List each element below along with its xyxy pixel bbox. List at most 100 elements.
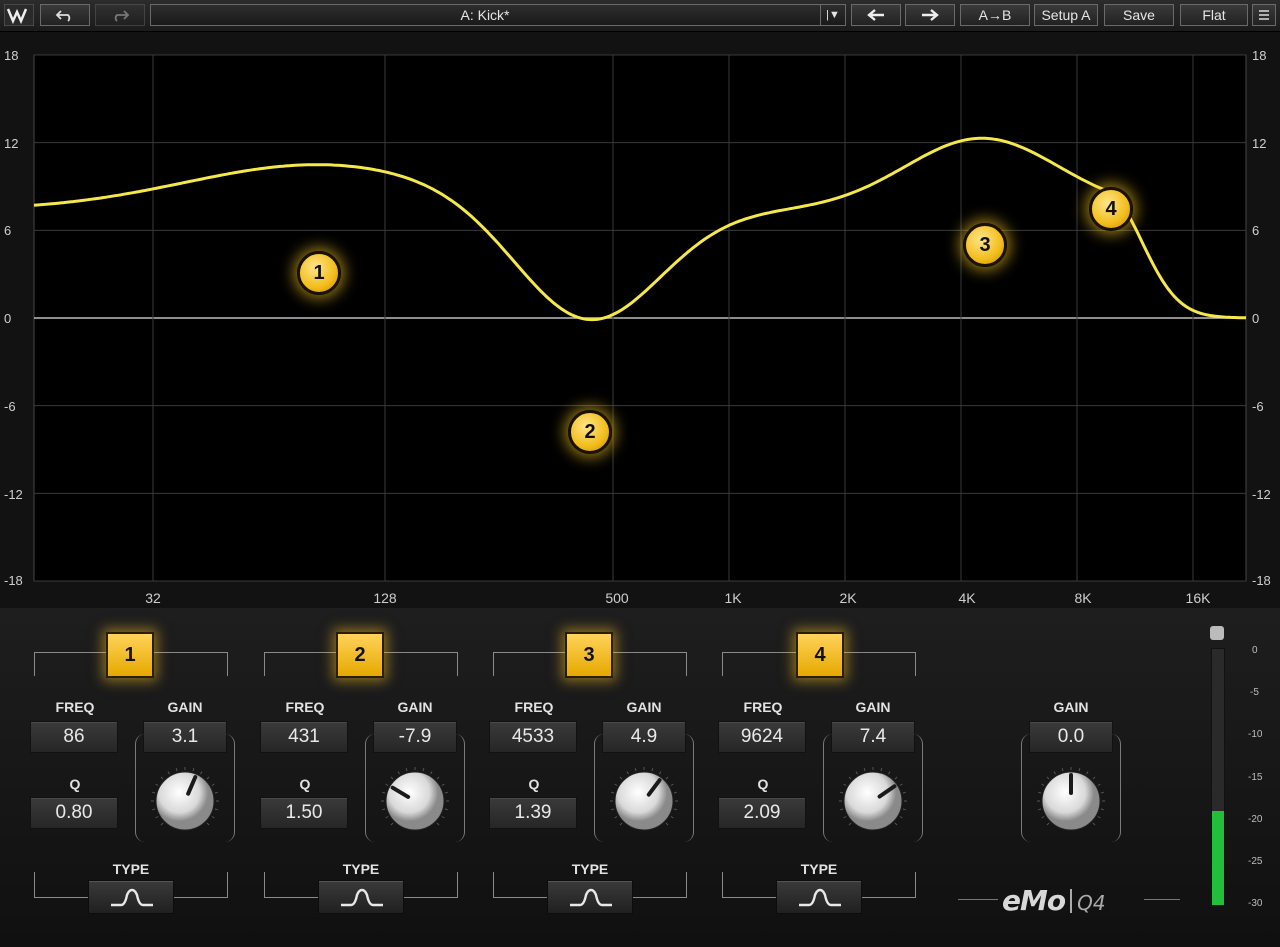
meter-scale-label: -30 xyxy=(1248,898,1263,909)
gain-label: GAIN xyxy=(167,699,203,715)
eq-graph[interactable]: 18 12 6 0 -6 -12 -18 18 12 6 0 -6 -12 -1… xyxy=(0,32,1280,608)
band-4-q-field[interactable]: 2.09 xyxy=(718,797,806,829)
db-tick-label: 18 xyxy=(1252,48,1267,63)
freq-tick-label: 500 xyxy=(605,590,629,606)
freq-label: FREQ xyxy=(55,699,95,715)
ab-compare-button[interactable]: A→B xyxy=(960,4,1030,26)
db-tick-label: 12 xyxy=(4,136,19,151)
menu-icon xyxy=(1259,10,1269,20)
eq-node-1[interactable]: 1 xyxy=(297,251,341,295)
band-2-q-field[interactable]: 1.50 xyxy=(260,797,348,829)
preset-name[interactable]: A: Kick* xyxy=(151,5,819,25)
freq-label: FREQ xyxy=(285,699,325,715)
band-2-type-button[interactable] xyxy=(318,880,404,914)
meter-scale-label: -10 xyxy=(1248,729,1263,740)
bell-filter-icon xyxy=(111,888,153,907)
band-1: 1 FREQ 86 Q 0.80 GAIN 3.1 TYPE xyxy=(0,608,235,947)
freq-tick-label: 128 xyxy=(373,590,397,606)
undo-button[interactable] xyxy=(40,4,90,26)
db-tick-label: -6 xyxy=(4,399,16,414)
freq-tick-label: 4K xyxy=(958,590,976,606)
toolbar: A: Kick* |▼ A→B Setup A Save Flat xyxy=(0,0,1280,32)
output-gain-knob[interactable] xyxy=(1036,766,1106,836)
arrow-left-icon xyxy=(867,9,884,21)
freq-tick-label: 32 xyxy=(145,590,161,606)
meter-scale-label: -5 xyxy=(1250,687,1259,698)
db-tick-label: 18 xyxy=(4,48,19,63)
gain-label: GAIN xyxy=(855,699,891,715)
logo-rule xyxy=(958,899,998,900)
freq-tick-label: 16K xyxy=(1185,590,1211,606)
arrow-right-icon xyxy=(922,9,939,21)
logo-model: Q4 xyxy=(1077,891,1106,915)
band-3-freq-field[interactable]: 4533 xyxy=(489,721,577,753)
freq-tick-label: 2K xyxy=(839,590,857,606)
meter-scale-label: -20 xyxy=(1248,814,1263,825)
db-tick-label: -18 xyxy=(1252,573,1271,588)
gain-label: GAIN xyxy=(626,699,662,715)
logo-rule xyxy=(1144,899,1180,900)
band-4: 4 FREQ 9624 Q 2.09 GAIN 7.4 TYPE xyxy=(688,608,923,947)
db-tick-label: 0 xyxy=(1252,311,1260,326)
band-4-freq-field[interactable]: 9624 xyxy=(718,721,806,753)
band-3-q-field[interactable]: 1.39 xyxy=(489,797,577,829)
band-1-enable-button[interactable]: 1 xyxy=(106,632,154,678)
q-label: Q xyxy=(69,776,81,792)
q-label: Q xyxy=(299,776,311,792)
band-1-type-button[interactable] xyxy=(88,880,174,914)
band-2-gain-knob[interactable] xyxy=(380,766,450,836)
meter-track xyxy=(1211,648,1225,906)
bell-filter-icon xyxy=(341,888,383,907)
q-label: Q xyxy=(757,776,769,792)
freq-tick-label: 8K xyxy=(1074,590,1092,606)
bell-filter-icon xyxy=(570,888,612,907)
band-controls-panel: 1 FREQ 86 Q 0.80 GAIN 3.1 TYPE 2 FREQ 43… xyxy=(0,608,1280,947)
band-1-freq-field[interactable]: 86 xyxy=(30,721,118,753)
meter-scale-label: -25 xyxy=(1248,856,1263,867)
db-tick-label: 6 xyxy=(4,223,12,238)
band-2-freq-field[interactable]: 431 xyxy=(260,721,348,753)
db-tick-label: 0 xyxy=(4,311,12,326)
previous-preset-button[interactable] xyxy=(851,4,901,26)
output-gain-label: GAIN xyxy=(1053,699,1089,715)
redo-button[interactable] xyxy=(95,4,145,26)
freq-tick-label: 1K xyxy=(724,590,742,606)
band-2-enable-button[interactable]: 2 xyxy=(336,632,384,678)
waves-logo-icon xyxy=(4,4,34,26)
band-4-enable-button[interactable]: 4 xyxy=(796,632,844,678)
band-3-enable-button[interactable]: 3 xyxy=(565,632,613,678)
eq-node-3[interactable]: 3 xyxy=(963,223,1007,267)
band-3-gain-knob[interactable] xyxy=(609,766,679,836)
next-preset-button[interactable] xyxy=(905,4,955,26)
menu-button[interactable] xyxy=(1252,4,1276,26)
redo-icon xyxy=(114,10,130,22)
band-1-gain-knob[interactable] xyxy=(150,766,220,836)
db-tick-label: -6 xyxy=(1252,399,1264,414)
band-3-type-button[interactable] xyxy=(547,880,633,914)
band-4-type-button[interactable] xyxy=(776,880,862,914)
setup-button[interactable]: Setup A xyxy=(1034,4,1098,26)
undo-icon xyxy=(55,10,71,22)
freq-label: FREQ xyxy=(743,699,783,715)
db-tick-label: -18 xyxy=(4,573,23,588)
preset-selector[interactable]: A: Kick* |▼ xyxy=(150,4,846,26)
eq-graph-canvas[interactable] xyxy=(0,32,1280,608)
clip-indicator[interactable] xyxy=(1210,626,1224,640)
band-3: 3 FREQ 4533 Q 1.39 GAIN 4.9 TYPE xyxy=(459,608,694,947)
logo-text: eMo xyxy=(1002,884,1066,917)
band-2: 2 FREQ 431 Q 1.50 GAIN -7.9 TYPE xyxy=(230,608,465,947)
save-button[interactable]: Save xyxy=(1104,4,1174,26)
flat-button[interactable]: Flat xyxy=(1180,4,1248,26)
band-4-gain-knob[interactable] xyxy=(838,766,908,836)
eq-node-2[interactable]: 2 xyxy=(568,410,612,454)
eq-node-4[interactable]: 4 xyxy=(1089,187,1133,231)
gain-label: GAIN xyxy=(397,699,433,715)
bell-filter-icon xyxy=(799,888,841,907)
db-tick-label: -12 xyxy=(1252,487,1271,502)
meter-scale-label: 0 xyxy=(1252,645,1258,656)
chevron-down-icon[interactable]: |▼ xyxy=(820,5,845,25)
band-1-q-field[interactable]: 0.80 xyxy=(30,797,118,829)
db-tick-label: 12 xyxy=(1252,136,1267,151)
db-tick-label: -12 xyxy=(4,487,23,502)
db-tick-label: 6 xyxy=(1252,223,1260,238)
